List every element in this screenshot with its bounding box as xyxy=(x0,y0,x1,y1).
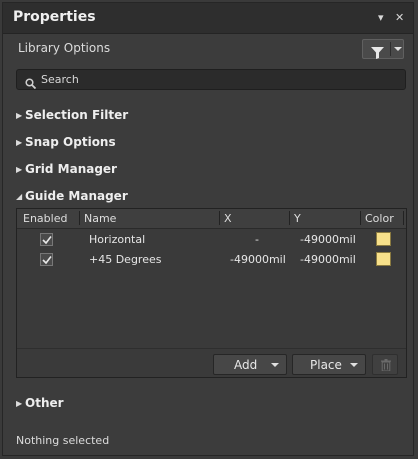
search-input[interactable] xyxy=(41,71,391,88)
table-row[interactable]: +45 Degrees -49000mil -49000mil xyxy=(17,250,406,270)
chevron-right-icon: ▶ xyxy=(16,399,23,408)
table-row[interactable]: Horizontal - -49000mil xyxy=(17,230,406,250)
column-header-y[interactable]: Y xyxy=(294,212,301,225)
panel-titlebar: Properties ▾ ✕ xyxy=(3,3,413,34)
enabled-checkbox[interactable] xyxy=(40,233,53,246)
guide-x: - xyxy=(255,233,259,246)
column-header-enabled[interactable]: Enabled xyxy=(23,212,67,225)
search-box[interactable] xyxy=(16,69,406,90)
chevron-right-icon: ▶ xyxy=(16,138,23,147)
section-grid-manager[interactable]: ▶ Grid Manager xyxy=(16,162,117,176)
guide-x: -49000mil xyxy=(230,253,286,266)
table-header: Enabled Name X Y Color xyxy=(17,209,406,229)
column-divider[interactable] xyxy=(79,211,80,225)
section-other[interactable]: ▶ Other xyxy=(16,396,64,410)
add-button-label: Add xyxy=(234,358,258,372)
panel-title: Properties xyxy=(13,9,96,25)
section-label: Other xyxy=(25,396,64,410)
section-label: Snap Options xyxy=(25,135,116,149)
panel-subtitle: Library Options xyxy=(18,41,111,55)
guide-y: -49000mil xyxy=(300,233,356,246)
section-snap-options[interactable]: ▶ Snap Options xyxy=(16,135,116,149)
column-header-name[interactable]: Name xyxy=(84,212,116,225)
column-divider[interactable] xyxy=(360,211,361,225)
chevron-right-icon: ▶ xyxy=(16,111,23,120)
funnel-icon xyxy=(371,44,384,63)
chevron-down-icon xyxy=(271,363,279,367)
guide-button-bar: Add Place xyxy=(17,348,406,378)
panel-menu-icon[interactable]: ▾ xyxy=(378,11,384,24)
properties-panel: Properties ▾ ✕ Library Options ▶Selectio… xyxy=(2,2,414,456)
color-swatch[interactable] xyxy=(376,232,391,246)
guide-manager-table: Enabled Name X Y Color Horizontal - -490… xyxy=(16,208,407,378)
column-divider[interactable] xyxy=(219,211,220,225)
guide-name: Horizontal xyxy=(89,233,146,246)
filter-button[interactable] xyxy=(362,39,404,59)
guide-y: -49000mil xyxy=(300,253,356,266)
column-divider[interactable] xyxy=(289,211,290,225)
section-label: Guide Manager xyxy=(25,189,128,203)
enabled-checkbox[interactable] xyxy=(40,253,53,266)
section-label: Selection Filter xyxy=(25,108,129,122)
section-selection-filter[interactable]: ▶ Selection Filter xyxy=(16,108,128,122)
place-button-label: Place xyxy=(310,358,342,372)
close-icon[interactable]: ✕ xyxy=(395,11,404,24)
search-icon xyxy=(25,74,37,93)
place-button[interactable]: Place xyxy=(292,354,366,375)
section-label: Grid Manager xyxy=(25,162,117,176)
column-header-color[interactable]: Color xyxy=(365,212,394,225)
filter-button-divider xyxy=(390,42,391,56)
add-button[interactable]: Add xyxy=(213,354,287,375)
color-swatch[interactable] xyxy=(376,252,391,266)
section-guide-manager[interactable]: ◢ Guide Manager xyxy=(16,189,128,203)
guide-name: +45 Degrees xyxy=(89,253,162,266)
chevron-down-icon[interactable] xyxy=(394,47,402,51)
chevron-right-icon: ▶ xyxy=(16,165,23,174)
column-header-x[interactable]: X xyxy=(224,212,232,225)
chevron-down-icon xyxy=(350,363,358,367)
delete-button[interactable] xyxy=(372,354,398,375)
column-divider[interactable] xyxy=(403,211,404,225)
chevron-down-icon: ◢ xyxy=(16,192,23,201)
status-text: Nothing selected xyxy=(16,434,110,447)
